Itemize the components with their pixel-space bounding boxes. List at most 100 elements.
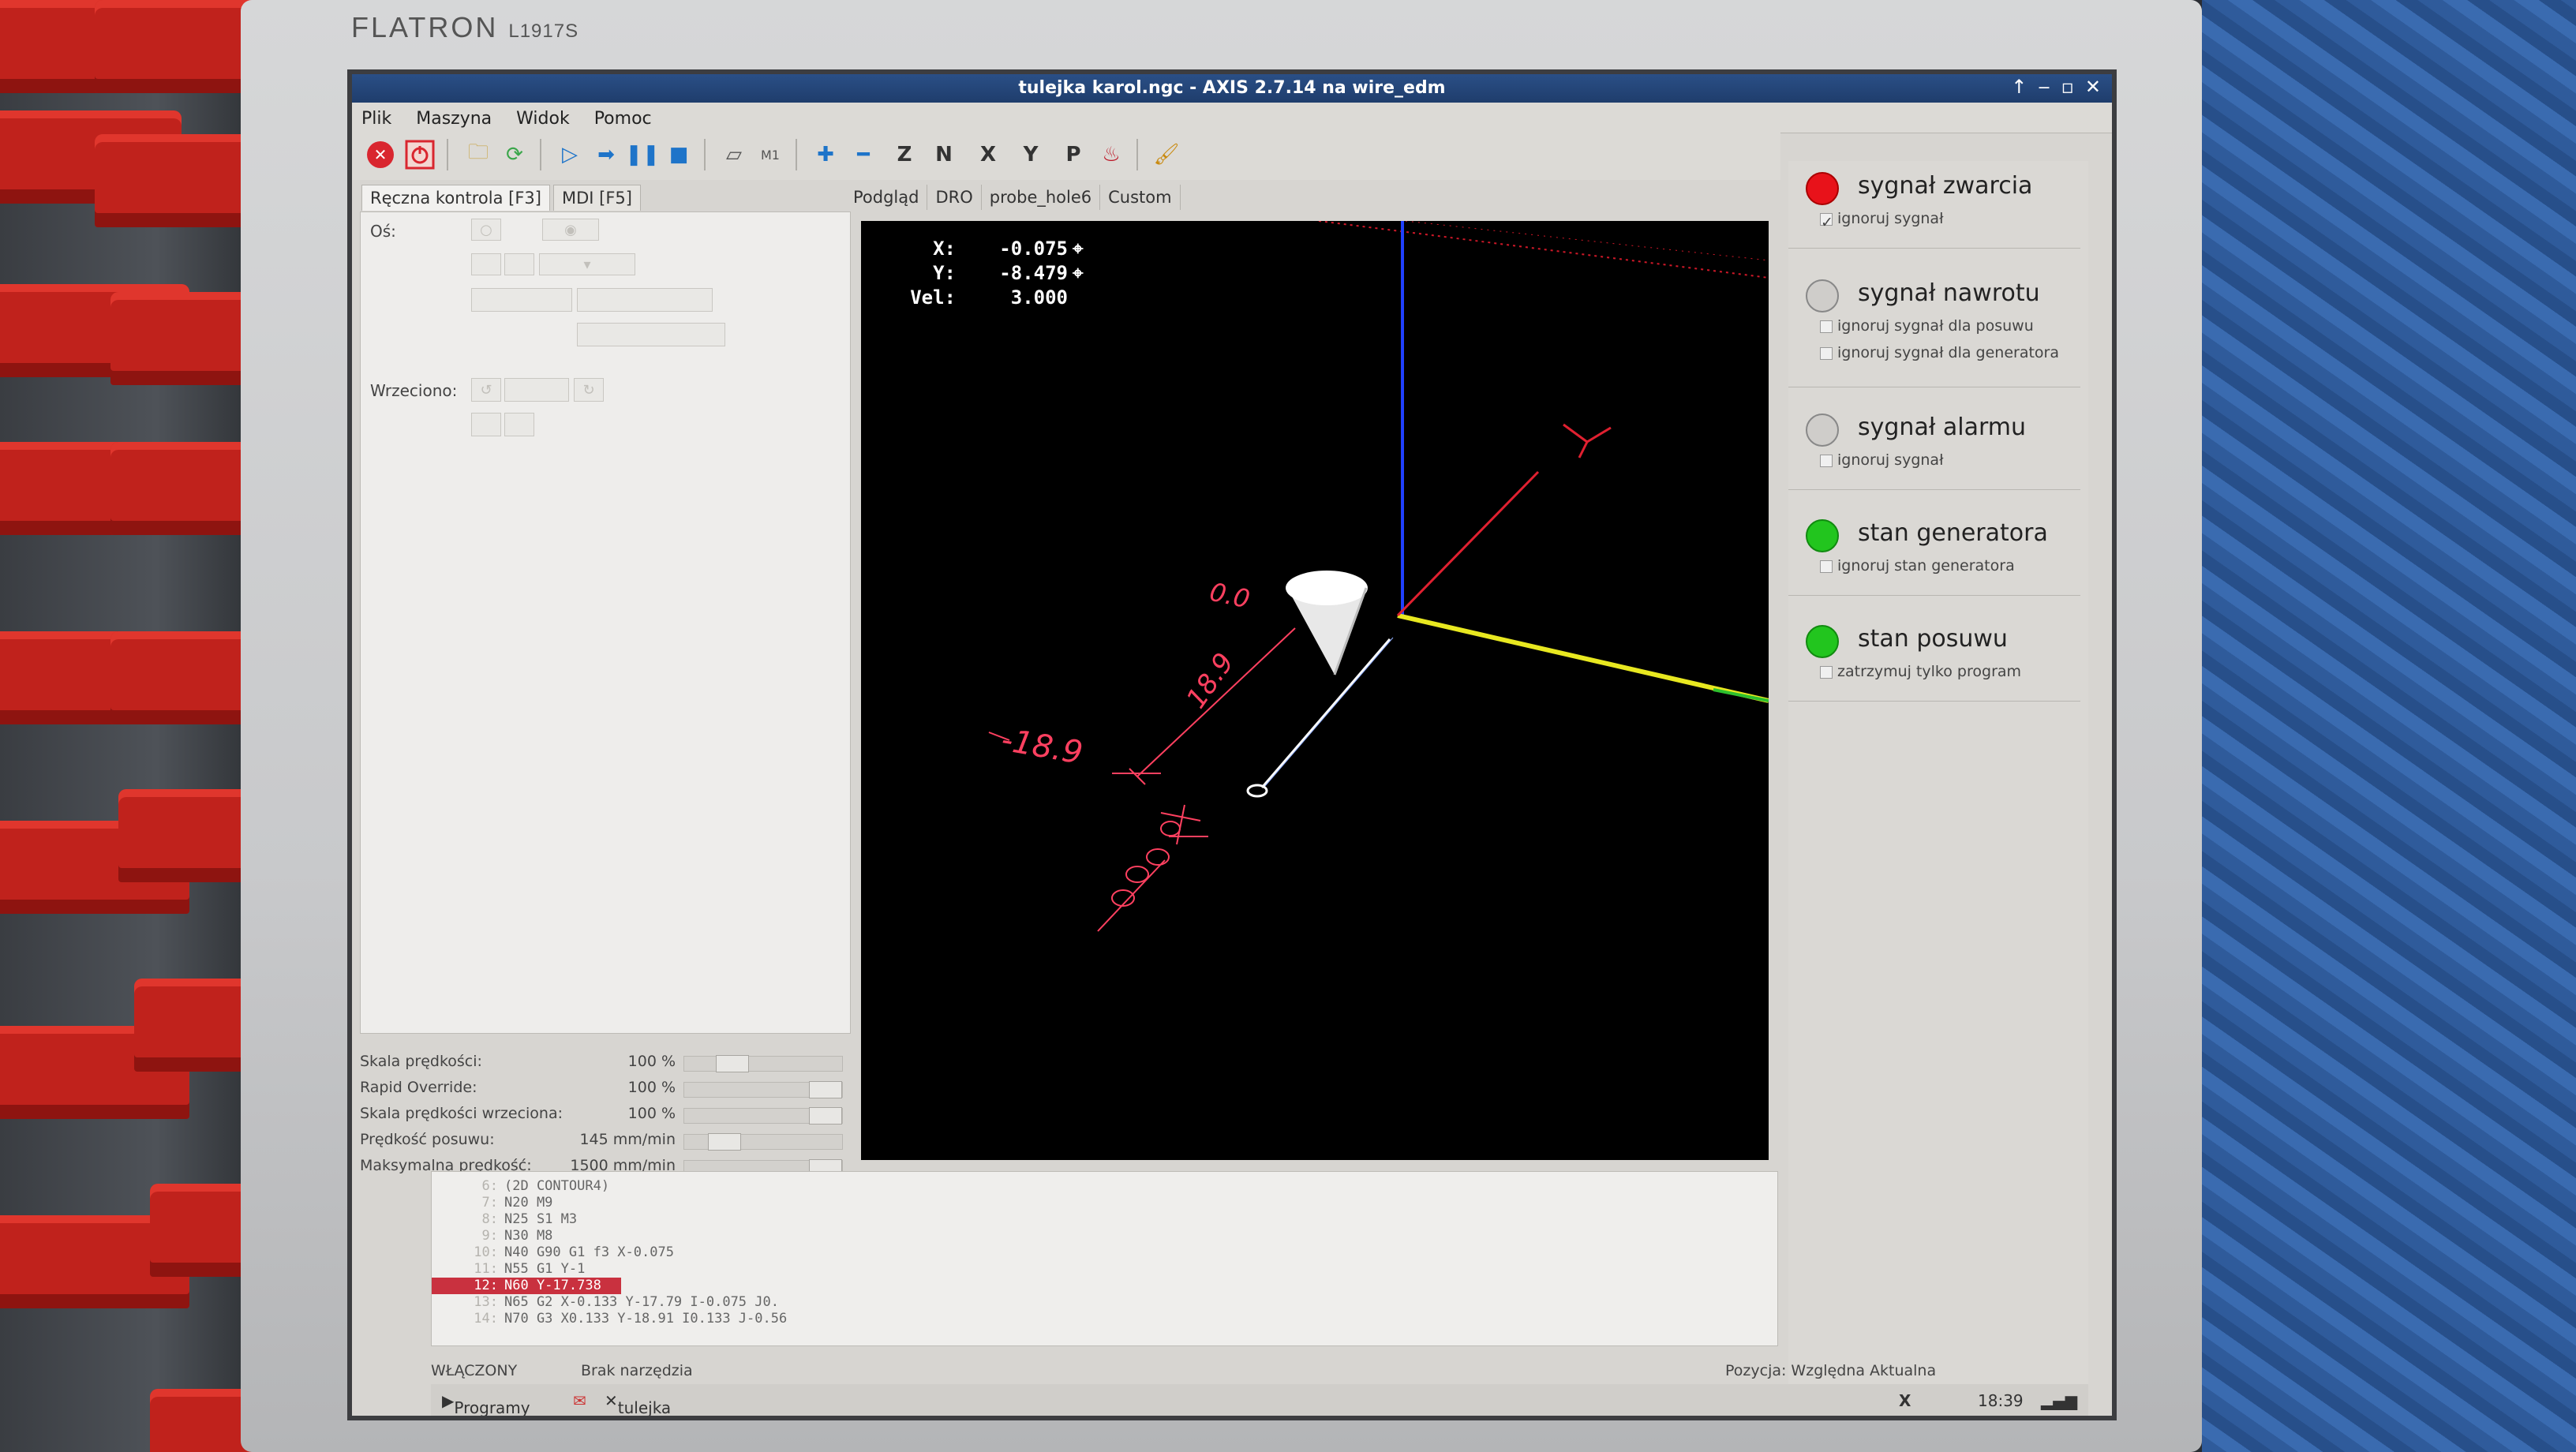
up-arrow-icon[interactable]: ↑ xyxy=(2011,76,2027,98)
spindle-stop-button[interactable] xyxy=(504,378,569,402)
signal-short: sygnał zwarcia ✓ ignoruj sygnał xyxy=(1788,161,2080,249)
spindle-plus-button[interactable] xyxy=(504,413,534,436)
left-tabs: Ręczna kontrola [F3] MDI [F5] xyxy=(361,185,644,211)
gcode-listing[interactable]: 6: (2D CONTOUR4) 7: N20 M9 8: N25 S1 M3 9: N… xyxy=(431,1171,1778,1346)
toolbar: ✕ 🗀 ⟳ ▷ ➡ ❚❚ ■ ▱ M1 ✚ ━ Z N X Y P ♨ 🖌 xyxy=(352,133,1780,180)
ignore-alarm-checkbox[interactable]: ignoruj sygnał xyxy=(1820,451,1943,469)
dimension-lines xyxy=(988,627,1296,932)
menu-maszyna[interactable]: Maszyna xyxy=(406,103,501,135)
feed-override-slider[interactable] xyxy=(683,1055,843,1072)
view-p-icon[interactable]: P xyxy=(1058,139,1089,170)
axis-y-radio[interactable]: ◉ xyxy=(542,219,599,241)
jog-minus-button[interactable] xyxy=(471,253,501,275)
clear-plot-icon[interactable]: 🖌 xyxy=(1151,139,1182,170)
spindle-ccw-button[interactable]: ↺ xyxy=(471,378,501,402)
jog-increment-select[interactable]: ▾ xyxy=(539,253,635,275)
shelf-background xyxy=(0,0,260,1452)
axis-label: Oś: xyxy=(370,222,396,241)
y-axis-label xyxy=(1563,423,1612,458)
minimize-icon[interactable]: ‒ xyxy=(2038,76,2050,98)
spindle-cw-button[interactable]: ↻ xyxy=(574,378,604,402)
blue-tarp-background xyxy=(2202,0,2576,1452)
return-signal-lamp xyxy=(1806,279,1839,312)
tool-touch-off-button[interactable] xyxy=(577,323,725,346)
maximize-icon[interactable]: ▫ xyxy=(2061,76,2074,98)
estop-icon[interactable]: ✕ xyxy=(365,139,396,170)
slider-row: Rapid Override: 100 % xyxy=(360,1077,849,1101)
pause-icon[interactable]: ❚❚ xyxy=(625,139,660,170)
menu-bar: Plik Maszyna Widok Pomoc xyxy=(352,103,2112,133)
rapid-override-slider[interactable] xyxy=(683,1081,843,1098)
rotate-icon[interactable]: ♨ xyxy=(1095,139,1127,170)
tool-cone xyxy=(1286,571,1368,675)
gcode-line[interactable]: 6: (2D CONTOUR4) xyxy=(432,1178,621,1195)
touch-off-button[interactable] xyxy=(577,288,713,312)
dim-zero-label: 0.0 xyxy=(1207,577,1252,615)
spindle-minus-button[interactable] xyxy=(471,413,501,436)
run-icon[interactable]: ▷ xyxy=(554,139,586,170)
tab-probe-hole6[interactable]: probe_hole6 xyxy=(982,185,1101,210)
taskbar-window-button[interactable]: ✕ tulejka karol.ngc - AXIS ... xyxy=(605,1391,671,1416)
signal-panel: sygnał zwarcia ✓ ignoruj sygnał sygnał na… xyxy=(1788,161,2088,1408)
tool-status: Brak narzędzia xyxy=(581,1362,693,1379)
tab-custom[interactable]: Custom xyxy=(1100,185,1181,210)
tab-preview[interactable]: Podgląd xyxy=(845,185,928,210)
menu-plik[interactable]: Plik xyxy=(352,103,401,135)
app-icon[interactable]: ✉ xyxy=(573,1391,586,1410)
stop-icon[interactable]: ■ xyxy=(663,139,695,170)
gcode-line[interactable]: 14: N70 G3 X0.133 Y-18.91 I0.133 J-0.56 xyxy=(432,1311,842,1327)
spindle-override-slider[interactable] xyxy=(683,1107,843,1125)
ignore-short-checkbox[interactable]: ✓ ignoruj sygnał xyxy=(1820,210,1943,231)
reload-icon[interactable]: ⟳ xyxy=(499,139,530,170)
zoom-out-icon[interactable]: ━ xyxy=(848,139,879,170)
home-icon: ⌖ xyxy=(1073,238,1084,260)
power-icon[interactable] xyxy=(404,139,436,170)
view-z-icon[interactable]: Z xyxy=(889,139,920,170)
optional-stop-icon[interactable]: M1 xyxy=(754,139,786,170)
tab-manual[interactable]: Ręczna kontrola [F3] xyxy=(361,185,550,211)
toolpath-preview[interactable]: 0.0 18.9 -18.9 X: -0.075 ⌖ Y: -8.479 ⌖ Vel: 3… xyxy=(861,221,1769,1160)
window-title: tulejka karol.ngc - AXIS 2.7.14 na wire_… xyxy=(1018,78,1446,98)
ignore-return-feed-checkbox[interactable]: ignoruj sygnał dla posuwu xyxy=(1820,317,2034,335)
gcode-line[interactable]: 10: N40 G90 G1 f3 X-0.075 xyxy=(432,1244,763,1261)
ignore-generator-checkbox[interactable]: ignoruj stan generatora xyxy=(1820,557,2015,574)
zoom-in-icon[interactable]: ✚ xyxy=(810,139,841,170)
small-dimension-glyphs xyxy=(1111,804,1201,907)
view-z2-icon[interactable]: N xyxy=(928,139,960,170)
start-menu-button[interactable]: ▶ Programy xyxy=(442,1391,530,1416)
close-icon[interactable]: ✕ xyxy=(2085,76,2101,98)
limit-edge-line xyxy=(1405,221,1769,261)
y-axis-line xyxy=(1396,470,1540,617)
block-delete-icon[interactable]: ▱ xyxy=(718,139,750,170)
gcode-line[interactable]: 7: N20 M9 xyxy=(432,1195,621,1211)
gcode-line[interactable]: 11: N55 G1 Y-1 xyxy=(432,1261,621,1278)
gcode-line[interactable]: 8: N25 S1 M3 xyxy=(432,1211,621,1228)
manual-control-panel: Oś: ○ ◉ ▾ Wrzeciono: ↺ ↻ xyxy=(360,211,851,1034)
tab-dro[interactable]: DRO xyxy=(927,185,982,210)
view-x-icon[interactable]: X xyxy=(972,139,1004,170)
jog-speed-slider[interactable] xyxy=(683,1133,843,1151)
menu-widok[interactable]: Widok xyxy=(507,103,579,135)
dro-row-vel: Vel: 3.000 xyxy=(910,286,1068,309)
axis-x-radio[interactable]: ○ xyxy=(471,219,501,241)
clock: 18:39 xyxy=(1978,1391,2024,1410)
gcode-line[interactable]: 9: N30 M8 xyxy=(432,1228,621,1244)
stop-program-only-checkbox[interactable]: zatrzymuj tylko program xyxy=(1820,663,2021,680)
gcode-line-active[interactable]: 12: N60 Y-17.738 xyxy=(432,1278,621,1294)
open-icon[interactable]: 🗀 xyxy=(462,139,494,170)
signal-generator: stan generatora ignoruj stan generatora xyxy=(1788,508,2080,596)
tab-mdi[interactable]: MDI [F5] xyxy=(552,185,641,211)
tray-x-icon[interactable]: X xyxy=(1899,1391,1911,1410)
jog-plus-button[interactable] xyxy=(504,253,534,275)
monitor-brand: FLATRON L1917S xyxy=(351,11,579,43)
step-icon[interactable]: ➡ xyxy=(590,139,622,170)
menu-pomoc[interactable]: Pomoc xyxy=(585,103,661,135)
machine-state: WŁĄCZONY xyxy=(431,1362,518,1379)
network-icon[interactable]: ▂▄▆ xyxy=(2041,1391,2077,1410)
start-point-marker xyxy=(1246,784,1268,798)
dro-overlay: X: -0.075 ⌖ Y: -8.479 ⌖ Vel: 3.000 xyxy=(908,237,1084,310)
ignore-return-generator-checkbox[interactable]: ignoruj sygnał dla generatora xyxy=(1820,344,2059,361)
gcode-line[interactable]: 13: N65 G2 X-0.133 Y-17.79 I-0.075 J0. xyxy=(432,1294,842,1311)
home-axis-button[interactable] xyxy=(471,288,572,312)
view-y-icon[interactable]: Y xyxy=(1015,139,1046,170)
